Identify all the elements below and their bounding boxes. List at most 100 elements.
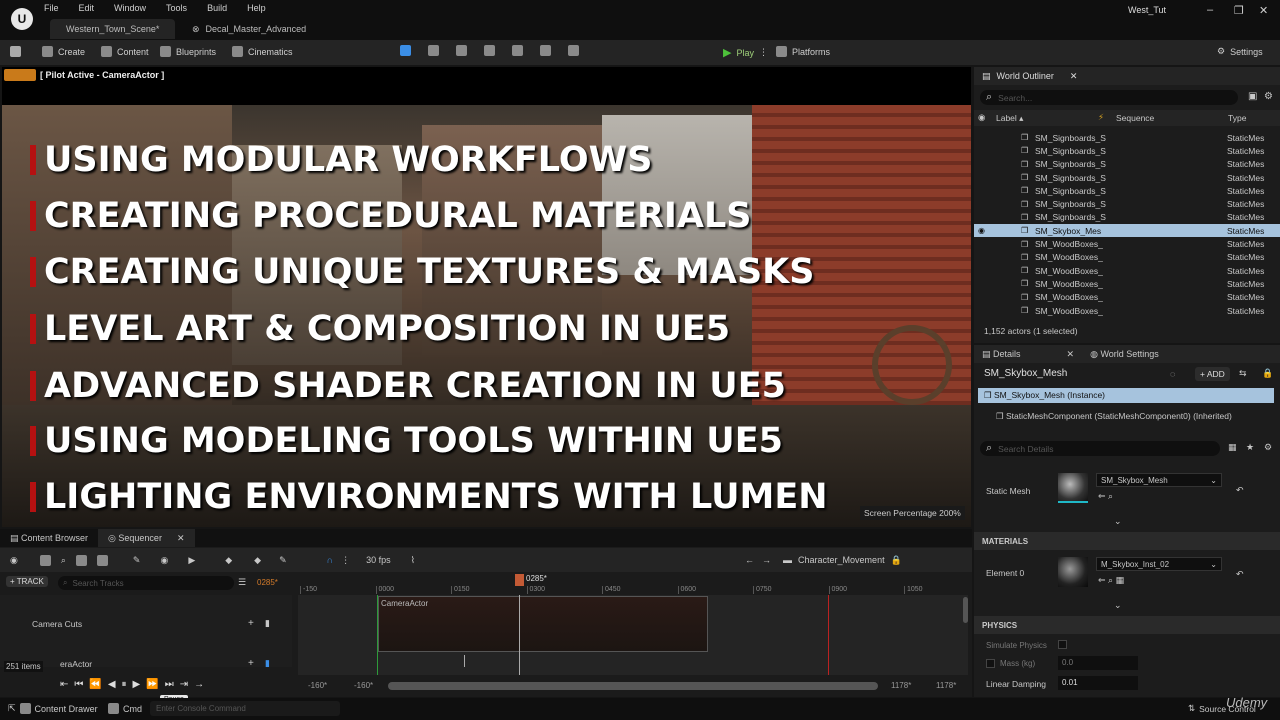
- track-search[interactable]: ⌕ Search Tracks: [58, 576, 234, 590]
- outliner-row[interactable]: ❒ SM_Signboards_S StaticMes: [974, 131, 1280, 144]
- menu-tools[interactable]: Tools: [166, 3, 187, 13]
- close-icon[interactable]: ✕: [1067, 349, 1075, 360]
- add-component-button[interactable]: + ADD: [1195, 367, 1230, 381]
- outliner-tab[interactable]: ▤ World Outliner ✕: [974, 67, 1280, 85]
- key-mode-icon[interactable]: ◆: [254, 555, 261, 566]
- reset-icon[interactable]: ↶: [1236, 485, 1244, 496]
- add-icon[interactable]: +: [248, 618, 254, 629]
- outliner-row[interactable]: ◉ ❒ SM_Skybox_Mes StaticMes: [974, 224, 1280, 238]
- snap-icon[interactable]: ∩: [327, 555, 333, 565]
- close-icon[interactable]: ✕: [177, 533, 185, 544]
- prev-key-icon[interactable]: ⏪: [89, 679, 101, 690]
- curve-editor-icon[interactable]: ⌇: [411, 555, 415, 566]
- brush-mode-icon[interactable]: [568, 45, 579, 56]
- col-type[interactable]: Type: [1228, 113, 1246, 123]
- range-start-1[interactable]: -160*: [308, 681, 327, 690]
- component-row[interactable]: ❒ StaticMeshComponent (StaticMeshCompone…: [996, 411, 1232, 422]
- actions-icon[interactable]: ✎: [133, 555, 141, 566]
- play-button[interactable]: ▶ Play ⋮: [723, 46, 768, 59]
- outliner-row[interactable]: ❒ SM_Signboards_S StaticMes: [974, 171, 1280, 184]
- landscape-mode-icon[interactable]: [428, 45, 439, 56]
- menu-edit[interactable]: Edit: [79, 3, 95, 13]
- folder-icon[interactable]: ▣: [1248, 91, 1257, 102]
- playhead-handle[interactable]: [515, 574, 524, 586]
- add-track-button[interactable]: + TRACK: [6, 576, 48, 587]
- loop-icon[interactable]: →: [194, 679, 204, 690]
- tab-sequencer[interactable]: ◎ Sequencer ✕: [98, 529, 195, 547]
- jump-start-icon[interactable]: ⏮: [74, 679, 83, 690]
- modeling-mode-icon[interactable]: [512, 45, 523, 56]
- static-mesh-dropdown[interactable]: SM_Skybox_Mesh ⌄: [1096, 473, 1222, 487]
- materials-section[interactable]: MATERIALS: [974, 532, 1280, 550]
- track-camera-cuts[interactable]: Camera Cuts: [32, 619, 82, 629]
- col-sequence[interactable]: Sequence: [1116, 113, 1154, 123]
- track-area[interactable]: CameraActor: [298, 595, 968, 675]
- camera-clip[interactable]: CameraActor: [378, 596, 708, 652]
- outliner-row[interactable]: ❒ SM_WoodBoxes_ StaticMes: [974, 304, 1280, 317]
- key-icon[interactable]: ◆: [225, 555, 232, 566]
- timeline-scrollbar[interactable]: [388, 682, 878, 690]
- browse-icon[interactable]: ⇐ ⌕ ▦: [1098, 575, 1124, 586]
- browse-icon[interactable]: ⇐ ⌕: [1098, 491, 1113, 502]
- select-mode-icon[interactable]: [400, 45, 411, 56]
- linear-damping-field[interactable]: 0.01: [1058, 676, 1138, 690]
- range-end-1[interactable]: 1178*: [891, 681, 911, 690]
- outliner-row[interactable]: ❒ SM_WoodBoxes_ StaticMes: [974, 237, 1280, 250]
- set-end-icon[interactable]: ⇥: [180, 679, 188, 690]
- filter-icon[interactable]: ☰: [238, 577, 246, 588]
- simulate-physics-checkbox[interactable]: [1058, 640, 1067, 649]
- outliner-row[interactable]: ❒ SM_Signboards_S StaticMes: [974, 211, 1280, 224]
- save-icon[interactable]: [10, 46, 21, 57]
- foliage-mode-icon[interactable]: [456, 45, 467, 56]
- sequence-name[interactable]: Character_Movement: [798, 555, 885, 565]
- lock-selection-icon[interactable]: ◌: [1170, 369, 1175, 379]
- back-icon[interactable]: ←: [745, 555, 754, 565]
- play-options-icon[interactable]: ⋮: [759, 47, 768, 58]
- blueprints-button[interactable]: Blueprints: [160, 46, 216, 57]
- menu-build[interactable]: Build: [207, 3, 227, 13]
- col-label[interactable]: Label ▴: [996, 113, 1023, 124]
- cinematics-button[interactable]: Cinematics: [232, 46, 293, 57]
- outliner-row[interactable]: ❒ SM_Signboards_S StaticMes: [974, 158, 1280, 171]
- star-icon[interactable]: ★: [1246, 442, 1254, 453]
- menu-file[interactable]: File: [44, 3, 59, 13]
- tab-western-town-scene[interactable]: Western_Town_Scene*: [50, 19, 176, 39]
- menu-window[interactable]: Window: [114, 3, 146, 13]
- add-icon[interactable]: +: [248, 658, 254, 669]
- track-camera-actor[interactable]: eraActor: [60, 659, 92, 669]
- jump-end-icon[interactable]: ⏭: [165, 679, 174, 690]
- material-dropdown[interactable]: M_Skybox_Inst_02 ⌄: [1096, 557, 1222, 571]
- menu-help[interactable]: Help: [247, 3, 266, 13]
- next-key-icon[interactable]: ⏩: [146, 679, 158, 690]
- eye-icon[interactable]: ◉: [978, 112, 985, 123]
- maximize-icon[interactable]: ❐: [1234, 4, 1244, 17]
- fracture-mode-icon[interactable]: [540, 45, 551, 56]
- expand-chevron-icon[interactable]: ⌄: [1114, 516, 1122, 527]
- physics-section[interactable]: PHYSICS: [974, 616, 1280, 634]
- lock-icon[interactable]: 🔒: [1262, 368, 1273, 379]
- details-tab[interactable]: ▤ Details: [982, 349, 1021, 360]
- snap-options-icon[interactable]: ⋮: [341, 555, 350, 566]
- forward-icon[interactable]: →: [762, 555, 771, 565]
- outliner-row[interactable]: ❒ SM_Signboards_S StaticMes: [974, 144, 1280, 157]
- play-options-icon[interactable]: ▶: [188, 555, 195, 566]
- minimize-icon[interactable]: –: [1207, 4, 1213, 16]
- outliner-row[interactable]: ❒ SM_WoodBoxes_ StaticMes: [974, 264, 1280, 277]
- save-icon[interactable]: [39, 554, 51, 566]
- outliner-row[interactable]: ❒ SM_WoodBoxes_ StaticMes: [974, 277, 1280, 290]
- world-settings-tab[interactable]: ◍ World Settings: [1090, 349, 1159, 360]
- outliner-search[interactable]: ⌕ Search...: [980, 90, 1238, 105]
- settings-button[interactable]: ⚙ Settings: [1217, 46, 1263, 57]
- step-forward-icon[interactable]: ▶: [133, 679, 141, 690]
- content-button[interactable]: Content: [101, 46, 149, 57]
- range-end-2[interactable]: 1178*: [936, 681, 956, 690]
- reset-icon[interactable]: ↶: [1236, 569, 1244, 580]
- static-mesh-thumbnail[interactable]: [1058, 473, 1088, 503]
- pause-icon[interactable]: ⏸: [122, 679, 127, 690]
- outliner-row[interactable]: ❒ SM_Signboards_S StaticMes: [974, 197, 1280, 210]
- step-back-icon[interactable]: ◀: [108, 679, 116, 690]
- range-start-2[interactable]: -160*: [354, 681, 373, 690]
- blueprint-icon[interactable]: ⇆: [1239, 368, 1247, 379]
- details-search[interactable]: ⌕ Search Details: [980, 441, 1220, 456]
- cmd-button[interactable]: Cmd: [108, 703, 142, 714]
